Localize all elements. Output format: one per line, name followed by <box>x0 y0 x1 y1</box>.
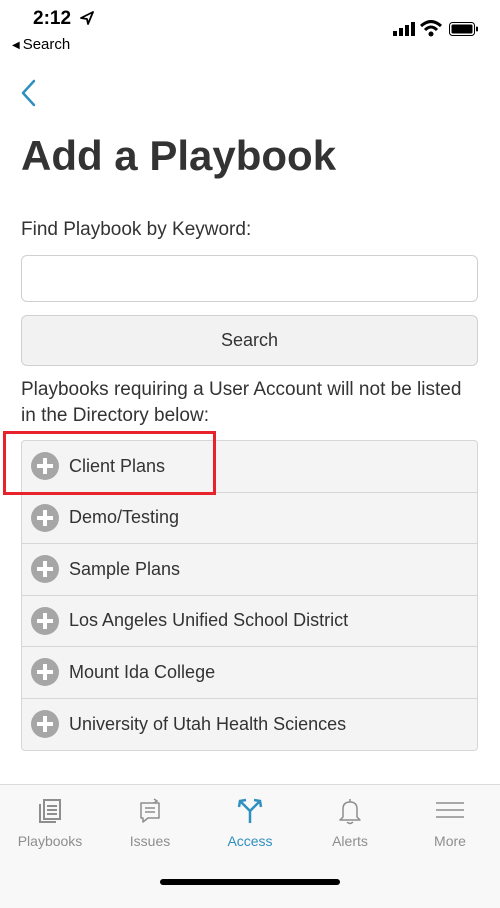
back-triangle-icon: ◀ <box>12 40 20 51</box>
tab-playbooks[interactable]: Playbooks <box>0 785 100 861</box>
battery-icon <box>449 22 478 36</box>
location-arrow-icon <box>80 11 94 25</box>
playbooks-icon <box>39 799 61 823</box>
directory-item-label: Sample Plans <box>69 558 181 579</box>
tab-issues[interactable]: Issues <box>100 785 200 861</box>
plus-circle-icon <box>31 658 59 687</box>
tab-label: Access <box>227 833 273 849</box>
directory-item-label: Los Angeles Unified School District <box>69 610 349 631</box>
tab-alerts[interactable]: Alerts <box>300 785 400 861</box>
plus-circle-icon <box>31 555 59 584</box>
tab-label: Playbooks <box>17 833 83 849</box>
directory-item[interactable]: Client Plans <box>22 441 477 493</box>
directory-item-label: Demo/Testing <box>69 507 180 528</box>
back-to-app-link[interactable]: ◀ Search <box>12 36 70 53</box>
search-button[interactable]: Search <box>21 315 478 366</box>
plus-circle-icon <box>31 452 59 481</box>
wifi-icon <box>420 20 442 37</box>
tab-access[interactable]: Access <box>200 785 300 861</box>
directory-item[interactable]: Los Angeles Unified School District <box>22 596 477 647</box>
tab-more[interactable]: More <box>400 785 500 861</box>
tab-label: Alerts <box>332 833 368 849</box>
directory-item-label: University of Utah Health Sciences <box>69 713 347 734</box>
plus-circle-icon <box>31 606 59 635</box>
back-app-label: Search <box>22 36 71 53</box>
directory-item[interactable]: Mount Ida College <box>22 647 477 699</box>
keyword-search-input[interactable] <box>21 255 478 302</box>
directory-item[interactable]: Sample Plans <box>22 544 477 596</box>
directory-item-label: Mount Ida College <box>69 661 216 682</box>
issues-icon <box>140 798 160 823</box>
plus-circle-icon <box>31 503 59 532</box>
back-chevron-icon[interactable] <box>18 77 42 109</box>
menu-icon <box>436 802 464 818</box>
directory-item-label: Client Plans <box>69 455 166 476</box>
account-notice: Playbooks requiring a User Account will … <box>21 379 462 426</box>
directory-item[interactable]: University of Utah Health Sciences <box>22 699 477 751</box>
tab-bar: Playbooks Issues Access Alerts More <box>0 784 500 908</box>
keyword-label: Find Playbook by Keyword: <box>21 219 252 240</box>
plus-circle-icon <box>31 710 59 739</box>
playbook-directory: Client Plans Demo/Testing Sample Plans L… <box>21 440 478 751</box>
status-time: 2:12 <box>33 8 72 29</box>
status-bar: 2:12 ◀ Search <box>0 0 500 60</box>
bell-icon <box>339 799 361 825</box>
cellular-signal-icon <box>393 22 415 36</box>
directory-item[interactable]: Demo/Testing <box>22 493 477 544</box>
tab-label: More <box>434 833 466 849</box>
home-indicator[interactable] <box>160 879 340 885</box>
tab-label: Issues <box>129 833 171 849</box>
access-icon <box>237 798 263 823</box>
page-title: Add a Playbook <box>21 132 337 179</box>
